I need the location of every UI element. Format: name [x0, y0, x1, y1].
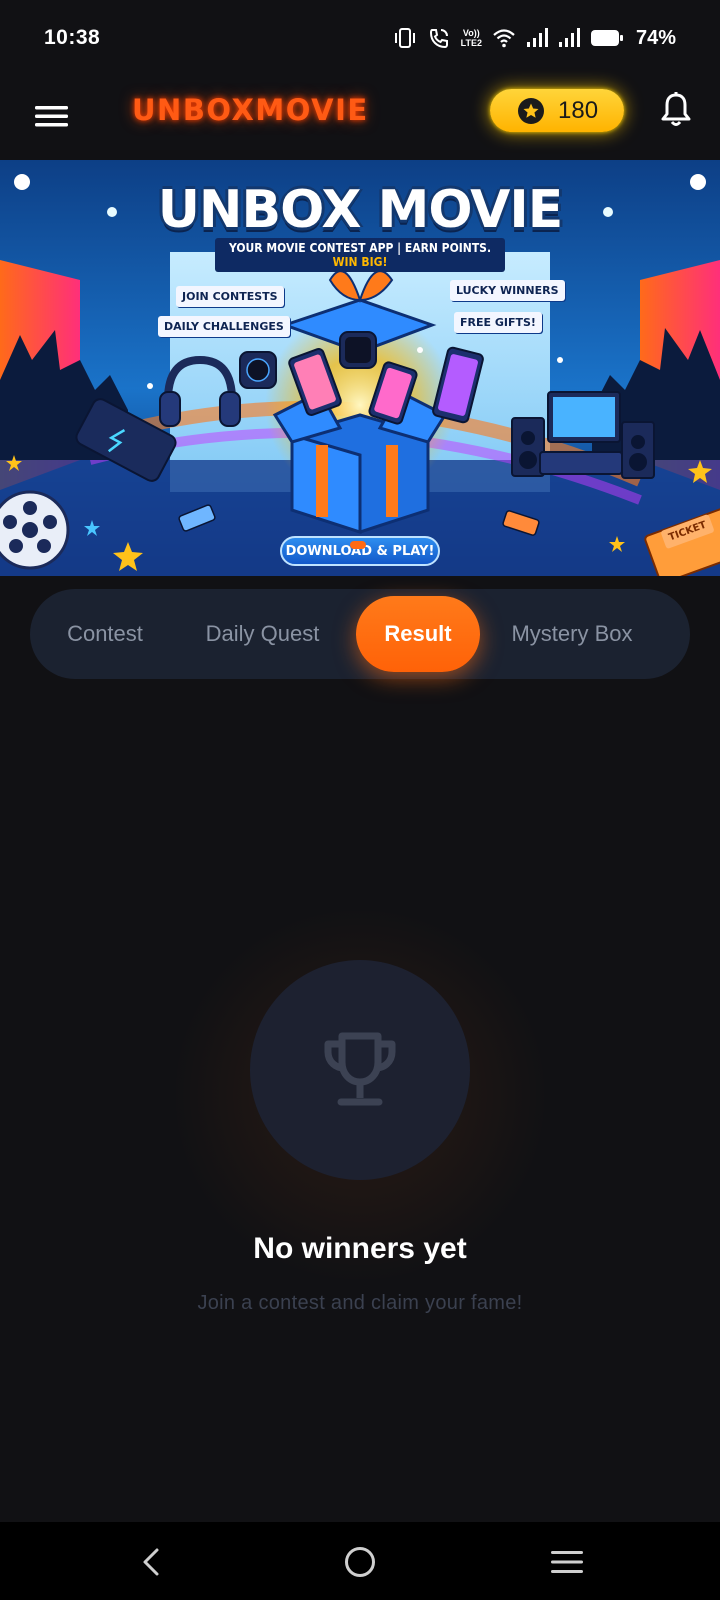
app-logo: UNBOXMOVIE [132, 93, 369, 127]
coin-count: 180 [558, 96, 599, 124]
volte-indicator: Vo)) LTE2 [461, 28, 482, 48]
status-time: 10:38 [44, 26, 101, 49]
battery-percent: 74% [635, 26, 676, 49]
wifi-icon [493, 29, 515, 48]
promo-banner[interactable]: UNBOX MOVIE YOUR MOVIE CONTEST APP | EAR… [0, 160, 720, 576]
banner-tag-lucky: LUCKY WINNERS [450, 280, 565, 301]
signal-icon-1 [526, 28, 548, 47]
empty-state-title: No winners yet [253, 1232, 467, 1265]
empty-state-icon-circle [250, 960, 470, 1180]
banner-subtitle: YOUR MOVIE CONTEST APP | EARN POINTS. WI… [215, 238, 505, 272]
star-coin-icon [518, 97, 544, 124]
tab-mystery-box[interactable]: Mystery Box [492, 596, 652, 672]
volte-bottom: LTE2 [460, 38, 482, 48]
back-icon [143, 1548, 159, 1576]
signal-icon-2 [558, 28, 580, 47]
tab-result[interactable]: Result [356, 596, 480, 672]
banner-subtitle-main: YOUR MOVIE CONTEST APP | EARN POINTS. [228, 241, 492, 255]
carousel-indicator [350, 541, 366, 549]
banner-title: UNBOX MOVIE [157, 180, 564, 240]
banner-tag-gifts: FREE GIFTS! [454, 312, 542, 333]
back-button[interactable] [130, 1540, 174, 1584]
menu-button[interactable] [34, 98, 70, 134]
app-header: UNBOXMOVIE 180 [0, 76, 720, 160]
tab-contest[interactable]: Contest [50, 596, 160, 672]
notifications-button[interactable] [656, 90, 696, 130]
banner-tag-daily: DAILY CHALLENGES [158, 316, 290, 337]
system-nav-bar [0, 1522, 720, 1600]
banner-subtitle-highlight: WIN BIG! [332, 255, 388, 269]
recents-button[interactable] [545, 1540, 589, 1584]
status-icons: Vo)) LTE2 74% [393, 27, 676, 50]
recents-menu-icon [551, 1551, 583, 1573]
home-circle-icon [345, 1547, 375, 1577]
volte-top: Vo)) [462, 28, 480, 38]
tab-bar: Contest Daily Quest Result Mystery Box [30, 589, 690, 679]
hamburger-icon [35, 106, 68, 127]
trophy-icon [324, 1032, 396, 1106]
tab-daily-quest[interactable]: Daily Quest [190, 596, 335, 672]
vibrate-icon [394, 28, 415, 48]
banner-tag-join: JOIN CONTESTS [176, 286, 284, 307]
empty-state-subtitle: Join a contest and claim your fame! [197, 1292, 523, 1314]
status-bar: 10:38 Vo)) LTE2 74% [0, 0, 720, 76]
coin-balance-button[interactable]: 180 [490, 89, 624, 132]
home-button[interactable] [338, 1540, 382, 1584]
call-icon [429, 29, 448, 49]
battery-icon [590, 30, 623, 46]
bell-icon [661, 92, 691, 126]
